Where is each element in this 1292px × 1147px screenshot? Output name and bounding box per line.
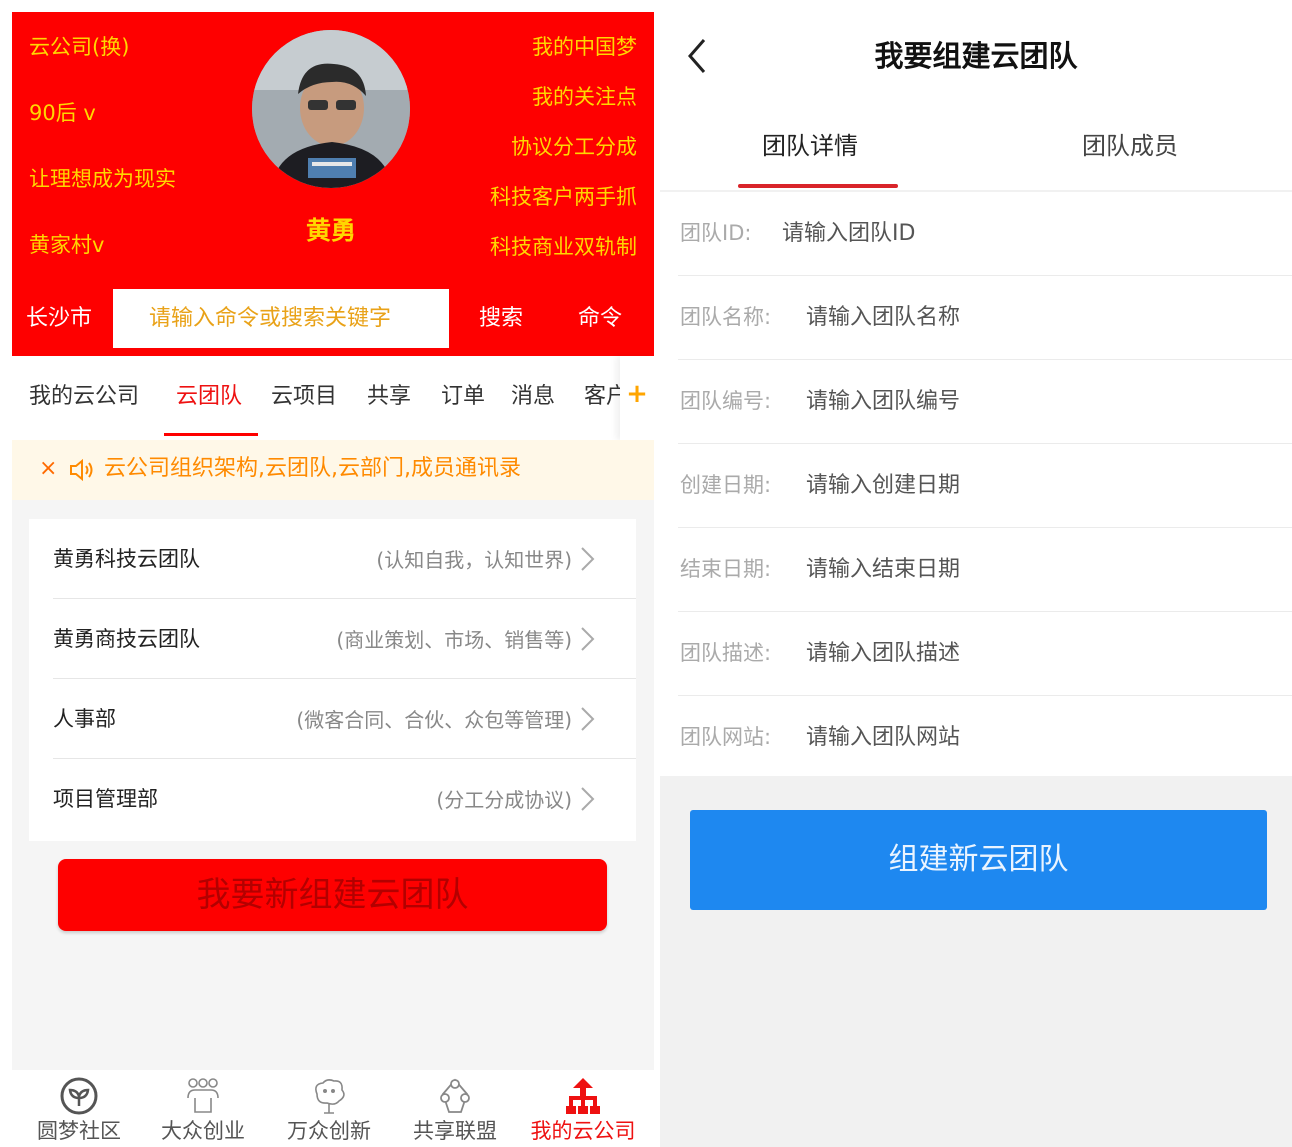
team-id-input[interactable] <box>782 212 1182 254</box>
agreement-link[interactable]: 协议分工分成 <box>511 134 637 160</box>
my-cloud-company-screen: 云公司(换) 90后 v 让理想成为现实 黄家村v 我的中国梦 我的关注点 协议… <box>12 12 654 1147</box>
nav-label: 万众创新 <box>287 1119 371 1143</box>
org-chart-icon <box>566 1078 600 1114</box>
tab-my-cloud-company[interactable]: 我的云公司 <box>29 382 139 412</box>
tab-cloud-team[interactable]: 云团队 <box>176 382 242 412</box>
team-number-input[interactable] <box>806 380 1206 422</box>
community-icon <box>60 1077 98 1115</box>
form-row-team-id: 团队ID: <box>660 192 1292 276</box>
team-list: 黄勇科技云团队 (认知自我，认知世界) 黄勇商技云团队 (商业策划、市场、销售等… <box>29 519 636 841</box>
nav-alliance[interactable]: 共享联盟 <box>396 1070 514 1147</box>
my-china-dream-link[interactable]: 我的中国梦 <box>532 34 637 60</box>
chevron-right-icon <box>581 627 595 651</box>
category-tabs: 我的云公司 云团队 云项目 共享 订单 消息 客户 + <box>12 356 654 440</box>
create-new-team-button[interactable]: 我要新组建云团队 <box>58 859 607 931</box>
alliance-icon <box>440 1078 470 1113</box>
close-icon[interactable]: × <box>39 454 57 484</box>
team-website-input[interactable] <box>806 716 1206 758</box>
tab-team-details[interactable]: 团队详情 <box>762 130 858 162</box>
nav-label: 我的云公司 <box>530 1119 636 1143</box>
profile-header: 云公司(换) 90后 v 让理想成为现实 黄家村v 我的中国梦 我的关注点 协议… <box>12 12 654 356</box>
tab-messages[interactable]: 消息 <box>511 382 555 412</box>
command-button[interactable]: 命令 <box>578 304 622 334</box>
page-title: 我要组建云团队 <box>874 39 1078 73</box>
tab-orders[interactable]: 订单 <box>441 382 485 412</box>
village-selector[interactable]: 黄家村v <box>29 232 104 258</box>
speaker-icon <box>70 458 93 482</box>
field-label: 结束日期: <box>680 557 772 581</box>
team-description: (微客合同、合伙、众包等管理) <box>296 708 572 732</box>
start-date-input[interactable] <box>806 464 1206 506</box>
top-bar: 我要组建云团队 <box>660 12 1292 102</box>
active-tab-indicator <box>738 184 898 188</box>
field-label: 团队ID: <box>680 221 752 245</box>
team-name: 黄勇科技云团队 <box>53 547 200 571</box>
team-tabs: 团队详情 团队成员 <box>660 102 1292 190</box>
end-date-input[interactable] <box>806 548 1206 590</box>
field-label: 团队描述: <box>680 641 772 665</box>
list-item[interactable]: 黄勇科技云团队 (认知自我，认知世界) <box>29 519 636 599</box>
list-item[interactable]: 人事部 (微客合同、合伙、众包等管理) <box>29 679 636 759</box>
field-label: 团队网站: <box>680 725 772 749</box>
active-tab-indicator <box>164 433 258 436</box>
create-team-button[interactable]: 组建新云团队 <box>690 810 1267 910</box>
form-row-description: 团队描述: <box>660 612 1292 696</box>
nav-label: 大众创业 <box>161 1119 245 1143</box>
my-focus-link[interactable]: 我的关注点 <box>532 84 637 110</box>
avatar-photo-icon <box>252 30 410 188</box>
avatar[interactable] <box>252 30 410 188</box>
field-label: 团队编号: <box>680 389 772 413</box>
nav-label: 共享联盟 <box>413 1119 497 1143</box>
chevron-right-icon <box>581 787 595 811</box>
more-tabs-button[interactable]: + <box>620 356 654 440</box>
team-form: 团队ID: 团队名称: 团队编号: 创建日期: 结束日期: 团队描述: <box>660 192 1292 776</box>
form-row-start-date: 创建日期: <box>660 444 1292 528</box>
tech-customer-link[interactable]: 科技客户两手抓 <box>490 184 637 210</box>
search-button[interactable]: 搜索 <box>479 304 523 334</box>
tab-share[interactable]: 共享 <box>367 382 411 412</box>
nav-innovation[interactable]: 万众创新 <box>270 1070 388 1147</box>
tab-customers[interactable]: 客户 <box>584 382 620 412</box>
form-row-team-number: 团队编号: <box>660 360 1292 444</box>
motto-text: 让理想成为现实 <box>29 167 176 191</box>
nav-label: 圆梦社区 <box>37 1119 121 1143</box>
form-row-team-name: 团队名称: <box>660 276 1292 360</box>
team-name-input[interactable] <box>806 296 1206 338</box>
user-name: 黄勇 <box>306 216 357 245</box>
list-item[interactable]: 黄勇商技云团队 (商业策划、市场、销售等) <box>29 599 636 679</box>
tab-team-members[interactable]: 团队成员 <box>1082 130 1178 162</box>
team-name: 人事部 <box>53 707 116 731</box>
create-cloud-team-screen: 我要组建云团队 团队详情 团队成员 团队ID: 团队名称: 团队编号: 创建日期… <box>660 12 1292 1147</box>
field-label: 团队名称: <box>680 305 772 329</box>
team-description: (商业策划、市场、销售等) <box>336 628 572 652</box>
tab-cloud-project[interactable]: 云项目 <box>271 382 337 412</box>
team-description: (分工分成协议) <box>436 788 572 812</box>
group-icon <box>187 1078 219 1113</box>
tech-business-link[interactable]: 科技商业双轨制 <box>490 234 637 260</box>
team-name: 项目管理部 <box>53 787 158 811</box>
team-name: 黄勇商技云团队 <box>53 627 200 651</box>
age-group-selector[interactable]: 90后 v <box>29 100 96 126</box>
nav-entrepreneurship[interactable]: 大众创业 <box>144 1070 262 1147</box>
form-row-website: 团队网站: <box>660 696 1292 780</box>
team-description-input[interactable] <box>806 632 1206 674</box>
notice-bar: × 云公司组织架构,云团队,云部门,成员通讯录 <box>12 440 654 500</box>
chevron-right-icon <box>581 707 595 731</box>
team-description: (认知自我，认知世界) <box>376 548 572 572</box>
notice-text: 云公司组织架构,云团队,云部门,成员通讯录 <box>104 456 521 481</box>
bottom-nav: 圆梦社区 大众创业 万众创新 共享联盟 我的云公司 <box>12 1070 654 1147</box>
form-row-end-date: 结束日期: <box>660 528 1292 612</box>
list-item[interactable]: 项目管理部 (分工分成协议) <box>29 759 636 839</box>
switch-company-link[interactable]: 云公司(换) <box>29 34 129 60</box>
field-label: 创建日期: <box>680 473 772 497</box>
nav-community[interactable]: 圆梦社区 <box>20 1070 138 1147</box>
nav-my-cloud-company[interactable]: 我的云公司 <box>524 1070 642 1147</box>
search-input[interactable] <box>113 289 449 348</box>
city-selector[interactable]: 长沙市 <box>26 305 92 333</box>
idea-icon <box>315 1079 345 1114</box>
chevron-right-icon <box>581 547 595 571</box>
